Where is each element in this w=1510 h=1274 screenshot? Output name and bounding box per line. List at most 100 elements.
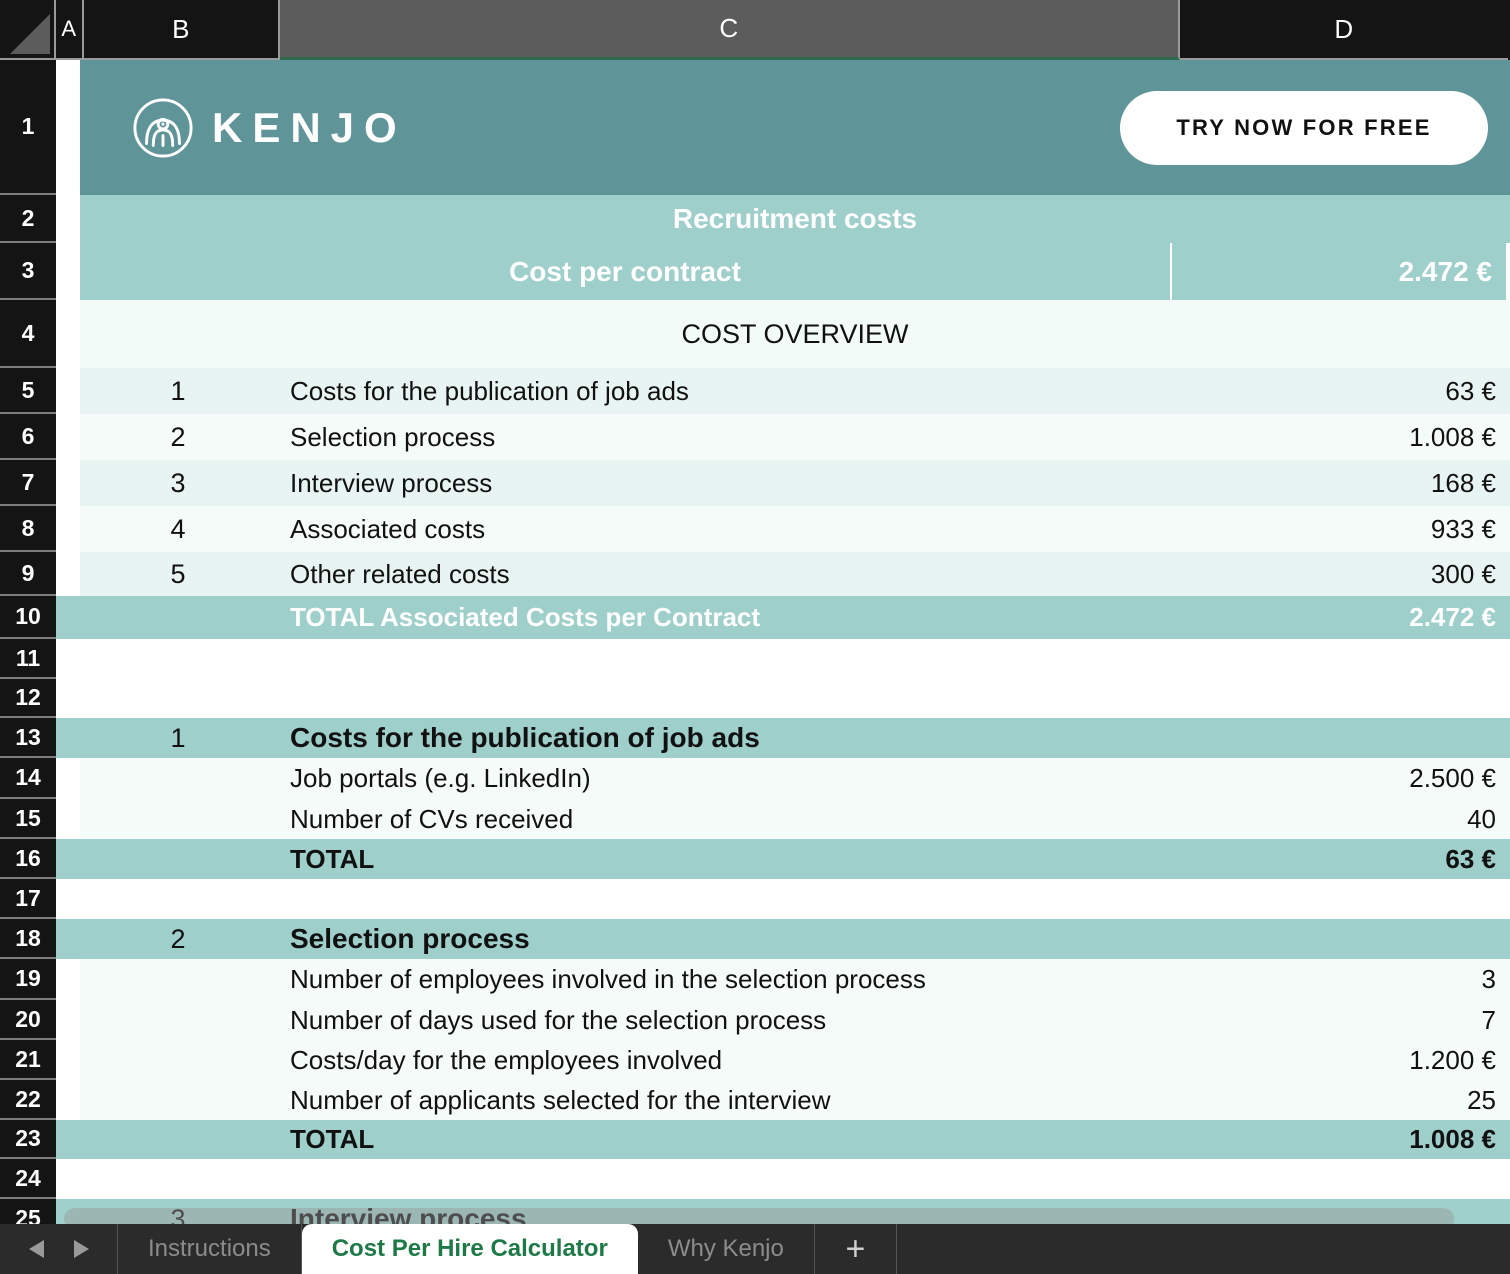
cost-per-contract-value[interactable]: 2.472 € bbox=[1172, 243, 1506, 300]
section2-label-4[interactable]: Number of applicants selected for the in… bbox=[276, 1080, 1176, 1120]
cell-b22[interactable] bbox=[80, 1080, 276, 1120]
row-header-22[interactable]: 22 bbox=[0, 1080, 56, 1120]
recruitment-costs-title[interactable]: Recruitment costs bbox=[80, 195, 1510, 243]
row-header-7[interactable]: 7 bbox=[0, 460, 56, 506]
overview-total-value[interactable]: 2.472 € bbox=[1176, 596, 1510, 639]
cost-overview-header[interactable]: COST OVERVIEW bbox=[80, 300, 1510, 368]
overview-total-spacer[interactable] bbox=[80, 596, 276, 639]
cell-a23[interactable] bbox=[56, 1120, 80, 1159]
cell-a15[interactable] bbox=[56, 799, 80, 839]
cell-a9[interactable] bbox=[56, 552, 80, 596]
column-header-c[interactable]: C bbox=[280, 0, 1180, 60]
row-header-4[interactable]: 4 bbox=[0, 300, 56, 368]
overview-label-5[interactable]: Other related costs bbox=[276, 552, 1176, 596]
cell-a7[interactable] bbox=[56, 460, 80, 506]
cell-b21[interactable] bbox=[80, 1040, 276, 1080]
section1-index[interactable]: 1 bbox=[80, 718, 276, 758]
select-all-corner[interactable] bbox=[0, 0, 56, 60]
cell-a2[interactable] bbox=[56, 195, 80, 243]
overview-index-3[interactable]: 3 bbox=[80, 460, 276, 506]
section1-label-2[interactable]: Number of CVs received bbox=[276, 799, 1176, 839]
cell-a10[interactable] bbox=[56, 596, 80, 639]
triangle-left-icon[interactable] bbox=[26, 1237, 48, 1261]
overview-label-4[interactable]: Associated costs bbox=[276, 506, 1176, 552]
cell-b20[interactable] bbox=[80, 1000, 276, 1040]
cell-a24[interactable] bbox=[56, 1159, 80, 1199]
cell-b11[interactable] bbox=[80, 639, 276, 679]
overview-value-3[interactable]: 168 € bbox=[1176, 460, 1510, 506]
cell-a17[interactable] bbox=[56, 879, 80, 919]
row-header-24[interactable]: 24 bbox=[0, 1159, 56, 1199]
cell-b23[interactable] bbox=[80, 1120, 276, 1159]
section1-total-label[interactable]: TOTAL bbox=[276, 839, 1176, 879]
cost-per-contract-label[interactable]: Cost per contract bbox=[80, 243, 1172, 300]
cell-c17[interactable] bbox=[276, 879, 1176, 919]
sheet-tab-instructions[interactable]: Instructions bbox=[118, 1224, 302, 1274]
try-now-for-free-button[interactable]: TRY NOW FOR FREE bbox=[1120, 91, 1488, 165]
row-header-5[interactable]: 5 bbox=[0, 368, 56, 414]
cell-c11[interactable] bbox=[276, 639, 1176, 679]
row-header-20[interactable]: 20 bbox=[0, 1000, 56, 1040]
row-header-3[interactable]: 3 bbox=[0, 243, 56, 300]
cell-d17[interactable] bbox=[1176, 879, 1510, 919]
section2-value-2[interactable]: 7 bbox=[1176, 1000, 1510, 1040]
overview-value-1[interactable]: 63 € bbox=[1176, 368, 1510, 414]
cell-a1[interactable] bbox=[56, 60, 80, 195]
cell-b24[interactable] bbox=[80, 1159, 276, 1199]
cell-a18[interactable] bbox=[56, 919, 80, 959]
cell-b16[interactable] bbox=[80, 839, 276, 879]
row-header-23[interactable]: 23 bbox=[0, 1120, 56, 1159]
overview-total-label[interactable]: TOTAL Associated Costs per Contract bbox=[276, 596, 1176, 639]
row-header-19[interactable]: 19 bbox=[0, 959, 56, 1000]
cell-a11[interactable] bbox=[56, 639, 80, 679]
overview-label-1[interactable]: Costs for the publication of job ads bbox=[276, 368, 1176, 414]
cell-d12[interactable] bbox=[1176, 679, 1510, 718]
row-header-13[interactable]: 13 bbox=[0, 718, 56, 758]
row-header-1[interactable]: 1 bbox=[0, 60, 56, 195]
section2-value-4[interactable]: 25 bbox=[1176, 1080, 1510, 1120]
column-header-b[interactable]: B bbox=[84, 0, 280, 60]
cell-b12[interactable] bbox=[80, 679, 276, 718]
row-header-2[interactable]: 2 bbox=[0, 195, 56, 243]
overview-index-1[interactable]: 1 bbox=[80, 368, 276, 414]
overview-value-4[interactable]: 933 € bbox=[1176, 506, 1510, 552]
cell-c12[interactable] bbox=[276, 679, 1176, 718]
overview-value-2[interactable]: 1.008 € bbox=[1176, 414, 1510, 460]
sheet-tab-cost-per-hire-calculator[interactable]: Cost Per Hire Calculator bbox=[302, 1224, 638, 1274]
section2-label-3[interactable]: Costs/day for the employees involved bbox=[276, 1040, 1176, 1080]
section2-title[interactable]: Selection process bbox=[276, 919, 1176, 959]
cell-a19[interactable] bbox=[56, 959, 80, 1000]
section1-value-2[interactable]: 40 bbox=[1176, 799, 1510, 839]
section2-index[interactable]: 2 bbox=[80, 919, 276, 959]
row-header-6[interactable]: 6 bbox=[0, 414, 56, 460]
section1-head-value[interactable] bbox=[1176, 718, 1510, 758]
row-header-10[interactable]: 10 bbox=[0, 596, 56, 639]
cell-a12[interactable] bbox=[56, 679, 80, 718]
section1-label-1[interactable]: Job portals (e.g. LinkedIn) bbox=[276, 758, 1176, 799]
row-header-14[interactable]: 14 bbox=[0, 758, 56, 799]
cell-c24[interactable] bbox=[276, 1159, 1176, 1199]
cell-a5[interactable] bbox=[56, 368, 80, 414]
cell-a21[interactable] bbox=[56, 1040, 80, 1080]
cell-a3[interactable] bbox=[56, 243, 80, 300]
cell-a13[interactable] bbox=[56, 718, 80, 758]
row-header-12[interactable]: 12 bbox=[0, 679, 56, 718]
row-header-15[interactable]: 15 bbox=[0, 799, 56, 839]
cell-a6[interactable] bbox=[56, 414, 80, 460]
row-header-18[interactable]: 18 bbox=[0, 919, 56, 959]
overview-index-4[interactable]: 4 bbox=[80, 506, 276, 552]
section2-label-2[interactable]: Number of days used for the selection pr… bbox=[276, 1000, 1176, 1040]
overview-label-2[interactable]: Selection process bbox=[276, 414, 1176, 460]
overview-index-5[interactable]: 5 bbox=[80, 552, 276, 596]
section2-total-label[interactable]: TOTAL bbox=[276, 1120, 1176, 1159]
row-header-8[interactable]: 8 bbox=[0, 506, 56, 552]
row-header-9[interactable]: 9 bbox=[0, 552, 56, 596]
cell-a14[interactable] bbox=[56, 758, 80, 799]
cell-a20[interactable] bbox=[56, 1000, 80, 1040]
sheet-tab-why-kenjo[interactable]: Why Kenjo bbox=[638, 1224, 815, 1274]
section1-total-value[interactable]: 63 € bbox=[1176, 839, 1510, 879]
section2-value-1[interactable]: 3 bbox=[1176, 959, 1510, 1000]
section2-label-1[interactable]: Number of employees involved in the sele… bbox=[276, 959, 1176, 1000]
cell-a22[interactable] bbox=[56, 1080, 80, 1120]
row-header-11[interactable]: 11 bbox=[0, 639, 56, 679]
